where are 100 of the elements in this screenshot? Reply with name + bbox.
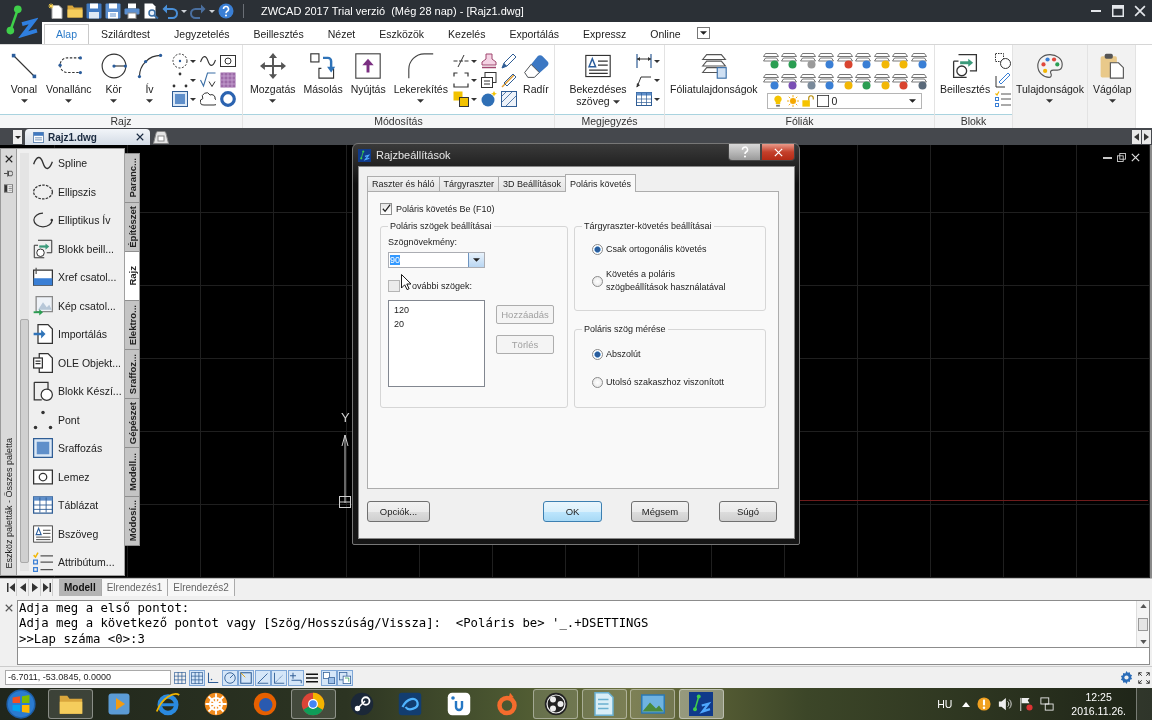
ribbon-button[interactable]: Vonal (7, 51, 41, 105)
dialog-button[interactable]: Opciók... (367, 501, 430, 522)
scrollbar[interactable] (1136, 601, 1149, 647)
ribbon-tab[interactable]: Jegyzetelés (162, 24, 242, 44)
checkbox[interactable] (388, 279, 400, 292)
scrollbar[interactable] (20, 153, 29, 571)
palette-item[interactable]: Attribútum... (31, 548, 124, 575)
palette-tab[interactable]: Építészet (125, 202, 140, 252)
taskbar-button[interactable] (48, 689, 93, 719)
palette-tab[interactable]: Gépészet (125, 398, 140, 448)
command-input-field[interactable] (17, 648, 1150, 665)
layout-tab[interactable]: Modell (59, 579, 102, 596)
restore-icon[interactable] (1117, 153, 1126, 162)
document-stack-icon[interactable] (480, 72, 497, 88)
ribbon-tab[interactable]: Nézet (315, 24, 368, 44)
minimize-icon[interactable] (1103, 156, 1112, 159)
close-icon[interactable] (136, 133, 144, 141)
magnifier-page-icon[interactable] (143, 3, 159, 19)
angle-listbox[interactable]: 120 20 (388, 300, 485, 387)
palette-item[interactable]: Blokk Készí... (31, 377, 124, 406)
dialog-button[interactable]: Mégsem (631, 501, 689, 522)
caret-icon[interactable] (654, 97, 660, 101)
dialog-tab[interactable]: 3D Beállítások (498, 176, 567, 191)
palette-item[interactable]: Sraffozás (31, 434, 124, 463)
layer-stack-icon[interactable] (818, 53, 835, 69)
ribbon-button[interactable]: Bekezdéses szöveg (565, 51, 631, 109)
scroll-left-button[interactable] (1132, 130, 1141, 144)
caret-icon[interactable] (470, 97, 477, 101)
document-tab[interactable]: Rajz1.dwg (25, 129, 150, 145)
layer-stack-icon[interactable] (873, 74, 890, 90)
list-item[interactable]: 20 (394, 317, 484, 331)
ribbon-menu-button[interactable] (696, 27, 710, 39)
pen-shape-icon[interactable] (995, 72, 1012, 88)
checklist-icon[interactable] (995, 91, 1012, 107)
folder-icon[interactable] (67, 3, 83, 19)
new-tab-icon[interactable] (153, 131, 169, 144)
ribbon-button[interactable]: Beillesztés (937, 51, 994, 97)
palette-item[interactable]: Pont (31, 405, 124, 434)
stamp-icon[interactable] (480, 53, 497, 69)
checkbox[interactable] (380, 202, 392, 215)
ribbon-button[interactable]: Másolás (300, 51, 346, 97)
hatched-square-icon[interactable] (500, 91, 517, 107)
layer-stack-icon[interactable] (799, 74, 816, 90)
pen-icon[interactable] (500, 53, 517, 69)
palette-item[interactable]: Kép csatol... (31, 291, 124, 320)
taskbar-button[interactable] (290, 689, 336, 719)
help-icon[interactable] (218, 3, 234, 19)
help-button[interactable] (728, 144, 761, 161)
ribbon-tab[interactable]: Eszközök (367, 24, 437, 44)
hatch-icon[interactable] (219, 72, 236, 88)
ribbon-tab[interactable]: Online (638, 24, 693, 44)
list-item[interactable]: 120 (394, 303, 484, 317)
status-toggle[interactable] (172, 669, 188, 686)
ribbon-tab[interactable]: Szilárdtest (89, 24, 163, 44)
fullscreen-icon[interactable] (1138, 671, 1150, 684)
radio-button[interactable] (592, 244, 603, 255)
palette-item[interactable]: Importálás (31, 320, 124, 349)
speaker-icon[interactable] (998, 697, 1013, 711)
clock[interactable]: 12:25 2016.11.26. (1071, 690, 1126, 718)
overlapping-squares-icon[interactable] (452, 91, 469, 107)
minimize-icon[interactable] (1090, 10, 1102, 12)
caret-icon[interactable] (470, 59, 477, 63)
dimension-icon[interactable] (636, 53, 652, 69)
layer-stack-icon[interactable] (892, 53, 909, 69)
layer-stack-icon[interactable] (762, 74, 779, 90)
ribbon-button[interactable]: Ív (132, 51, 167, 105)
dialog-tab[interactable]: Raszter és háló (367, 176, 440, 191)
palette-item[interactable]: OLE Objekt... (31, 348, 124, 377)
triangle-up-icon[interactable] (962, 701, 971, 707)
maximize-icon[interactable] (1112, 5, 1124, 17)
palette-tab[interactable]: Elektro... (125, 300, 140, 350)
status-toggle[interactable] (287, 669, 304, 686)
ribbon-tab[interactable]: Exportálás (497, 24, 572, 44)
shapes-icon[interactable] (995, 53, 1012, 69)
palette-tab[interactable]: Paranc... (125, 153, 140, 203)
language-indicator[interactable]: HU (937, 698, 953, 710)
palette-item[interactable]: Spline (31, 149, 124, 178)
caret-icon[interactable] (181, 9, 187, 13)
layout-tab[interactable]: Elrendezés1 (101, 579, 169, 596)
caret-icon[interactable] (189, 59, 196, 63)
radical-sign-icon[interactable] (199, 72, 216, 88)
palette-item[interactable]: Blokk beill... (31, 234, 124, 263)
dotted-circle-icon[interactable] (171, 53, 188, 69)
layer-stack-icon[interactable] (855, 53, 872, 69)
ribbon-button[interactable]: Mozgatás (247, 51, 299, 105)
layer-stack-icon[interactable] (781, 74, 798, 90)
app-logo-icon[interactable] (4, 4, 38, 38)
ribbon-button[interactable]: Radír (518, 51, 553, 97)
palette-tab[interactable]: Sraffoz... (125, 349, 140, 399)
radio-button[interactable] (592, 349, 603, 360)
dialog-button[interactable]: Súgó (719, 501, 777, 522)
palette-tab[interactable]: Modell... (125, 447, 140, 497)
layer-dropdown[interactable]: 0 (766, 93, 922, 109)
close-icon[interactable] (4, 155, 13, 163)
undo-icon[interactable] (162, 3, 178, 19)
close-button[interactable] (761, 144, 795, 161)
ribbon-tab[interactable]: Beillesztés (241, 24, 316, 44)
layer-stack-icon[interactable] (818, 74, 835, 90)
layer-stack-icon[interactable] (836, 74, 853, 90)
status-toggle[interactable] (320, 669, 337, 686)
